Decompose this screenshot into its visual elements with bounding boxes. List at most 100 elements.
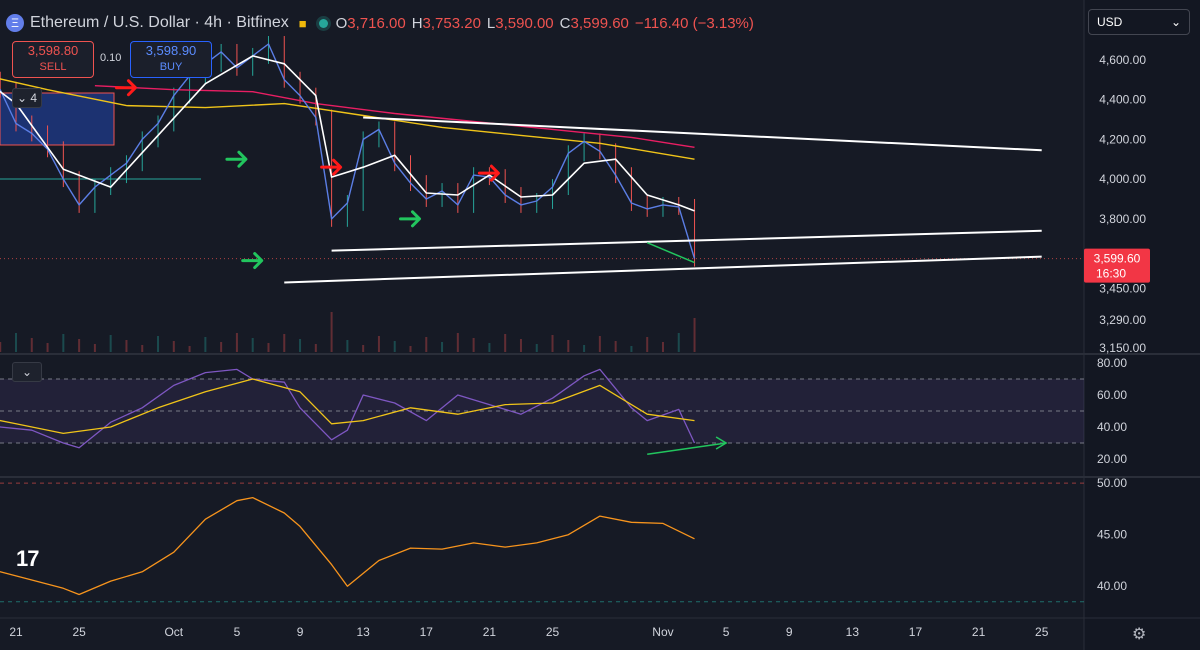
volume-bar bbox=[267, 343, 270, 352]
time-axis-tick: 5 bbox=[723, 625, 730, 639]
chevron-down-icon: ⌄ bbox=[21, 365, 33, 379]
volume-bar bbox=[109, 335, 112, 352]
volume-bar bbox=[693, 318, 696, 352]
volume-bar bbox=[204, 337, 207, 352]
currency-select[interactable]: USD ⌄ bbox=[1088, 9, 1190, 35]
rsi-axis-tick: 60.00 bbox=[1097, 388, 1127, 402]
close-value: 3,599.60 bbox=[570, 14, 629, 32]
volume-bar bbox=[646, 337, 649, 352]
market-status-icon bbox=[318, 18, 328, 28]
buy-price: 3,598.90 bbox=[145, 43, 197, 58]
indicator-count: 4 bbox=[30, 91, 38, 105]
indicators-collapse-button[interactable]: ⌄ 4 bbox=[12, 88, 42, 108]
time-axis-tick: 9 bbox=[297, 625, 304, 639]
volume-bar bbox=[141, 345, 144, 352]
candle-countdown: 16:30 bbox=[1096, 267, 1126, 281]
last-price-value: 3,599.60 bbox=[1094, 252, 1141, 266]
volume-bar bbox=[425, 337, 428, 352]
volume-bar bbox=[472, 338, 475, 352]
volume-bar bbox=[93, 344, 96, 352]
volume-bar bbox=[488, 343, 491, 352]
volume-bar bbox=[362, 345, 365, 352]
rsi-collapse-button[interactable]: ⌄ bbox=[12, 362, 42, 382]
currency-value: USD bbox=[1097, 15, 1123, 29]
time-axis-tick: 17 bbox=[909, 625, 923, 639]
price-axis-tick: 3,800.00 bbox=[1099, 212, 1146, 226]
sell-button[interactable]: 3,598.80 SELL bbox=[12, 41, 94, 78]
time-axis-tick: 21 bbox=[9, 625, 23, 639]
volume-bar bbox=[78, 339, 81, 352]
volume-bar bbox=[456, 333, 459, 352]
volume-bar bbox=[188, 346, 191, 352]
open-label: O bbox=[335, 14, 348, 32]
volume-bar bbox=[583, 345, 586, 352]
open-value: 3,716.00 bbox=[347, 14, 406, 32]
volume-bar bbox=[330, 312, 333, 352]
volume-bar bbox=[551, 335, 554, 352]
volume-bar bbox=[62, 334, 65, 352]
volume-bar bbox=[235, 333, 238, 352]
buy-label: BUY bbox=[159, 61, 183, 73]
buy-button[interactable]: 3,598.90 BUY bbox=[130, 41, 212, 78]
time-axis-tick: Nov bbox=[652, 625, 673, 639]
ethereum-icon[interactable]: Ξ bbox=[6, 14, 24, 32]
low-value: 3,590.00 bbox=[495, 14, 554, 32]
settings-icon[interactable]: ⚙ bbox=[1132, 624, 1146, 644]
volume-bar bbox=[519, 339, 522, 352]
volume-bar bbox=[46, 343, 49, 352]
volume-bar bbox=[567, 340, 570, 352]
volume-bar bbox=[125, 340, 128, 352]
volume-bar bbox=[661, 342, 664, 352]
change-value: −116.40 (−3.13%) bbox=[634, 14, 754, 32]
price-axis-tick: 3,150.00 bbox=[1099, 341, 1146, 355]
low-label: L bbox=[486, 14, 496, 32]
chevron-down-icon: ⌄ bbox=[1170, 15, 1181, 29]
spread-value: 0.10 bbox=[100, 52, 122, 64]
rsi-axis-tick: 80.00 bbox=[1097, 356, 1127, 370]
rsi-axis-tick: 20.00 bbox=[1097, 452, 1127, 466]
sell-label: SELL bbox=[39, 61, 67, 73]
time-axis-tick: 13 bbox=[846, 625, 860, 639]
plot-background bbox=[0, 0, 1084, 650]
volume-bar bbox=[441, 342, 444, 352]
rsi-axis-tick: 40.00 bbox=[1097, 420, 1127, 434]
volume-bar bbox=[157, 336, 160, 352]
time-axis-tick: 9 bbox=[786, 625, 793, 639]
close-label: C bbox=[559, 14, 571, 32]
volume-bar bbox=[299, 339, 302, 352]
time-axis-tick: Oct bbox=[164, 625, 183, 639]
volume-bar bbox=[393, 341, 396, 352]
time-axis-tick: 21 bbox=[483, 625, 497, 639]
oscillator-axis-tick: 40.00 bbox=[1097, 579, 1127, 593]
price-axis-tick: 4,600.00 bbox=[1099, 53, 1146, 67]
volume-bar bbox=[172, 341, 175, 352]
volume-bar bbox=[504, 334, 507, 352]
price-axis-tick: 3,290.00 bbox=[1099, 313, 1146, 327]
time-axis-tick: 5 bbox=[234, 625, 241, 639]
flag-icon[interactable]: ■ bbox=[299, 16, 307, 31]
volume-bar bbox=[630, 346, 633, 352]
price-axis-tick: 3,450.00 bbox=[1099, 281, 1146, 295]
volume-bar bbox=[0, 342, 2, 352]
time-axis-tick: 25 bbox=[72, 625, 86, 639]
volume-bar bbox=[535, 344, 538, 352]
oscillator-axis-tick: 45.00 bbox=[1097, 528, 1127, 542]
chart-canvas[interactable]: 4,600.00 4,400.00 4,200.00 4,000.00 3,800.00… bbox=[0, 0, 1200, 650]
symbol-title[interactable]: Ethereum / U.S. Dollar · 4h · Bitfinex bbox=[30, 14, 289, 32]
time-axis-tick: 25 bbox=[1035, 625, 1049, 639]
time-axis-tick: 25 bbox=[546, 625, 560, 639]
time-axis-tick: 13 bbox=[356, 625, 370, 639]
volume-bar bbox=[377, 336, 380, 352]
price-axis-tick: 4,400.00 bbox=[1099, 93, 1146, 107]
volume-bar bbox=[409, 346, 412, 352]
oscillator-axis-tick: 50.00 bbox=[1097, 476, 1127, 490]
price-axis-tick: 4,000.00 bbox=[1099, 172, 1146, 186]
tradingview-logo: 17 bbox=[16, 546, 40, 571]
volume-bar bbox=[251, 338, 254, 352]
volume-bar bbox=[346, 340, 349, 352]
time-axis-tick: 17 bbox=[420, 625, 434, 639]
chart-header: Ξ Ethereum / U.S. Dollar · 4h · Bitfinex… bbox=[6, 12, 754, 34]
volume-bar bbox=[283, 334, 286, 352]
volume-bar bbox=[220, 342, 223, 352]
volume-bar bbox=[30, 338, 33, 352]
